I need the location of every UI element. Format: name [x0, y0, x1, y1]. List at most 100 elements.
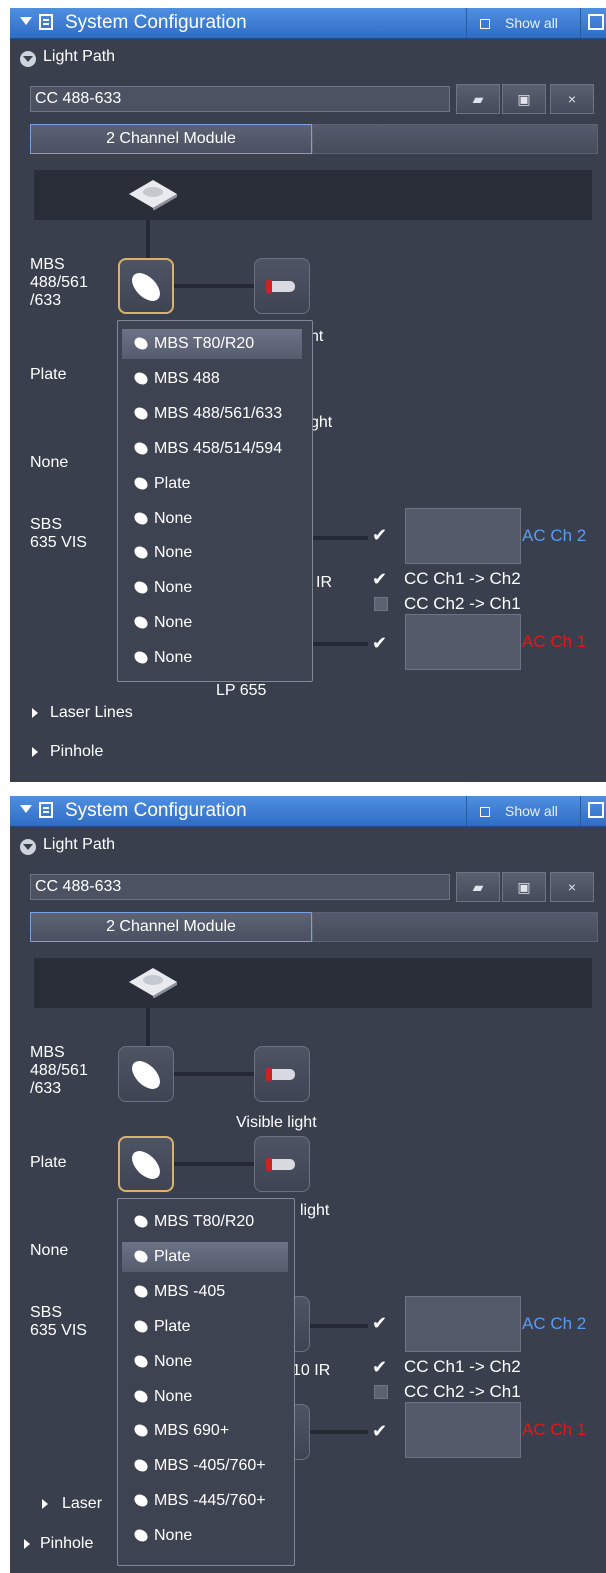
cc-ch2-ch1-checkbox[interactable] [374, 1385, 388, 1399]
none-label: None [30, 454, 69, 471]
cc-ch1-ch2-checkbox[interactable]: ✔ [372, 570, 387, 588]
dropdown-item[interactable]: None [122, 643, 302, 673]
dropdown-item[interactable]: MBS 690+ [122, 1416, 288, 1446]
filter-selector-button[interactable] [254, 1046, 310, 1102]
mbs-dropdown: MBS T80/R20 MBS 488 MBS 488/561/633 MBS … [117, 320, 313, 682]
delete-config-button[interactable]: × [550, 84, 594, 114]
save-config-button[interactable]: ▣ [502, 872, 546, 902]
filter-selector-button-2[interactable] [254, 1136, 310, 1192]
ch2-color-box[interactable] [405, 1296, 521, 1352]
tab-empty[interactable] [312, 912, 598, 942]
config-name-field[interactable]: CC 488-633 [30, 874, 450, 900]
dropdown-item[interactable]: None [122, 608, 302, 638]
dropdown-item[interactable]: Plate [122, 1242, 288, 1272]
open-config-button[interactable]: ▰ [456, 84, 500, 114]
partial-label: IR [316, 574, 332, 591]
expand-light-path-icon[interactable] [20, 839, 36, 855]
save-config-button[interactable]: ▣ [502, 84, 546, 114]
ch2-enable-checkbox[interactable]: ✔ [372, 1314, 387, 1332]
mirror-icon [132, 1151, 160, 1179]
filter-selector-button[interactable] [254, 258, 310, 314]
ac-ch1-label: AC Ch 1 [522, 632, 587, 651]
mbs-selector-button[interactable] [118, 1046, 174, 1102]
mirror-icon [132, 273, 160, 301]
config-name-field[interactable]: CC 488-633 [30, 86, 450, 112]
dropdown-item[interactable]: None [122, 1347, 288, 1377]
partial-label: 10 IR [292, 1362, 331, 1379]
dropdown-item[interactable]: None [122, 504, 302, 534]
cc-ch1-ch2-checkbox[interactable]: ✔ [372, 1358, 387, 1376]
dropdown-item[interactable]: Plate [122, 469, 302, 499]
dropdown-item[interactable]: MBS 488/561/633 [122, 399, 302, 429]
panel-title: System Configuration [65, 12, 247, 33]
title-bar: System Configuration Show all [10, 8, 606, 39]
section-laser-lines[interactable]: Laser [62, 1495, 102, 1513]
mbs-label: MBS 488/561 /633 [30, 256, 88, 309]
lamp-icon [129, 968, 177, 998]
expand-laser-lines-icon[interactable] [32, 708, 38, 718]
cc-ch1-ch2-label: CC Ch1 -> Ch2 [404, 569, 521, 588]
ac-ch2-label: AC Ch 2 [522, 526, 587, 545]
mirror-icon [132, 1061, 160, 1089]
collapse-arrow-icon[interactable] [20, 17, 32, 25]
ch2-color-box[interactable] [405, 508, 521, 564]
undock-icon[interactable] [588, 14, 604, 30]
beam-line [312, 642, 368, 646]
configuration-icon [39, 802, 53, 818]
tab-2-channel-module[interactable]: 2 Channel Module [30, 124, 312, 154]
dropdown-item[interactable]: Plate [122, 1312, 288, 1342]
plate-label: Plate [30, 366, 67, 383]
delete-config-button[interactable]: × [550, 872, 594, 902]
dropdown-item[interactable]: MBS -405 [122, 1277, 288, 1307]
dropdown-item[interactable]: MBS -445/760+ [122, 1486, 288, 1516]
sbs-label: SBS 635 VIS [30, 1304, 87, 1339]
dropdown-item[interactable]: MBS -405/760+ [122, 1451, 288, 1481]
beam-line [174, 1162, 254, 1166]
dropdown-item[interactable]: None [122, 538, 302, 568]
ac-ch2-label: AC Ch 2 [522, 1314, 587, 1333]
section-laser-lines[interactable]: Laser Lines [50, 704, 133, 722]
expand-laser-lines-icon[interactable] [42, 1499, 48, 1509]
ch1-enable-checkbox[interactable]: ✔ [372, 634, 387, 652]
expand-pinhole-icon[interactable] [32, 747, 38, 757]
dropdown-item[interactable]: MBS 458/514/594 [122, 434, 302, 464]
ac-ch1-label: AC Ch 1 [522, 1420, 587, 1439]
expand-light-path-icon[interactable] [20, 51, 36, 67]
divider [580, 8, 581, 38]
section-light-path[interactable]: Light Path [43, 836, 115, 854]
configuration-icon [39, 14, 53, 30]
show-all-checkbox[interactable] [480, 19, 490, 29]
tab-empty[interactable] [312, 124, 598, 154]
dropdown-item[interactable]: MBS T80/R20 [122, 1207, 288, 1237]
ch1-enable-checkbox[interactable]: ✔ [372, 1422, 387, 1440]
beam-line [310, 1430, 368, 1434]
divider [466, 796, 467, 826]
system-configuration-panel-1: System Configuration Show all Light Path… [10, 8, 606, 782]
ch1-color-box[interactable] [405, 614, 521, 670]
show-all-label[interactable]: Show all [505, 15, 558, 31]
dropdown-item[interactable]: MBS T80/R20 [122, 329, 302, 359]
open-config-button[interactable]: ▰ [456, 872, 500, 902]
expand-pinhole-icon[interactable] [24, 1539, 30, 1549]
beam-line [174, 1072, 254, 1076]
dropdown-item[interactable]: None [122, 1521, 288, 1551]
lamp-icon [129, 180, 177, 210]
dropdown-item[interactable]: MBS 488 [122, 364, 302, 394]
dropdown-item[interactable]: None [122, 1382, 288, 1412]
plate-selector-button[interactable] [118, 1136, 174, 1192]
mbs-selector-button[interactable] [118, 258, 174, 314]
ch1-color-box[interactable] [405, 1402, 521, 1458]
filter-icon [266, 1068, 295, 1081]
collapse-arrow-icon[interactable] [20, 805, 32, 813]
section-pinhole[interactable]: Pinhole [40, 1535, 93, 1553]
ch2-enable-checkbox[interactable]: ✔ [372, 526, 387, 544]
undock-icon[interactable] [588, 802, 604, 818]
section-light-path[interactable]: Light Path [43, 48, 115, 66]
beam-line [146, 220, 150, 260]
section-pinhole[interactable]: Pinhole [50, 743, 103, 761]
dropdown-item[interactable]: None [122, 573, 302, 603]
tab-2-channel-module[interactable]: 2 Channel Module [30, 912, 312, 942]
show-all-label[interactable]: Show all [505, 803, 558, 819]
cc-ch2-ch1-checkbox[interactable] [374, 597, 388, 611]
show-all-checkbox[interactable] [480, 807, 490, 817]
